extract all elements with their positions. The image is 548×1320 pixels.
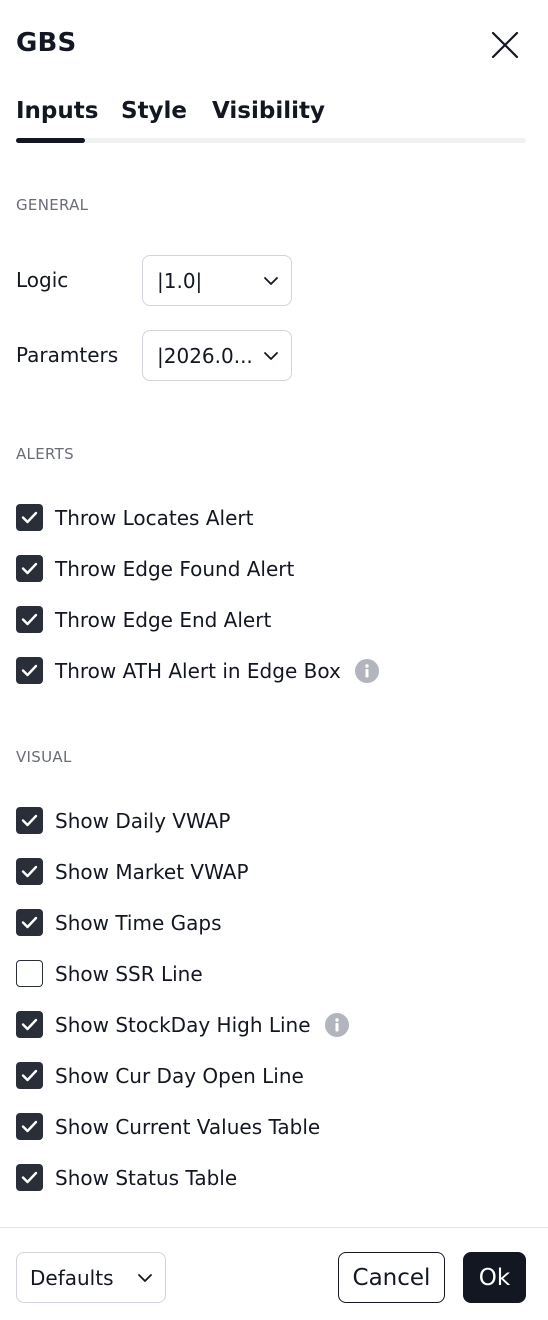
tab-track — [16, 138, 526, 143]
section-visual-label: VISUAL — [16, 748, 72, 766]
checkbox-checked[interactable] — [16, 1062, 43, 1089]
chevron-down-icon — [138, 1274, 152, 1282]
checkbox-checked[interactable] — [16, 657, 43, 684]
footer-divider — [0, 1227, 548, 1228]
checkbox-label[interactable]: Show Market VWAP — [55, 858, 249, 886]
checkmark-icon — [21, 865, 38, 878]
checkbox-checked[interactable] — [16, 1113, 43, 1140]
checkmark-icon — [21, 562, 38, 575]
checkbox-label[interactable]: Throw Edge End Alert — [55, 606, 271, 634]
info-icon[interactable] — [354, 659, 379, 683]
logic-select[interactable]: |1.0| — [142, 255, 292, 306]
tab-style[interactable]: Style — [121, 98, 187, 124]
checkbox-label[interactable]: Throw Edge Found Alert — [55, 555, 294, 583]
logic-select-value: |1.0| — [157, 269, 203, 293]
checkmark-icon — [21, 613, 38, 626]
checkmark-icon — [21, 916, 38, 929]
cancel-button[interactable]: Cancel — [338, 1252, 445, 1303]
tab-visibility[interactable]: Visibility — [212, 98, 325, 124]
chevron-down-icon — [264, 277, 278, 285]
checkmark-icon — [21, 814, 38, 827]
chevron-down-icon — [264, 352, 278, 360]
checkbox-label[interactable]: Show Time Gaps — [55, 909, 222, 937]
checkbox-label[interactable]: Show Status Table — [55, 1164, 237, 1192]
defaults-dropdown[interactable]: Defaults — [16, 1252, 166, 1303]
checkmark-icon — [21, 1018, 38, 1031]
ok-button[interactable]: Ok — [463, 1252, 526, 1303]
logic-label: Logic — [16, 268, 69, 292]
checkbox-label[interactable]: Throw ATH Alert in Edge Box — [55, 657, 341, 685]
checkbox-checked[interactable] — [16, 555, 43, 582]
checkbox-checked[interactable] — [16, 1011, 43, 1038]
info-icon[interactable] — [324, 1013, 349, 1037]
checkbox-checked[interactable] — [16, 858, 43, 885]
tab-inputs[interactable]: Inputs — [16, 98, 98, 124]
close-icon[interactable] — [488, 28, 522, 62]
checkbox-label[interactable]: Show Current Values Table — [55, 1113, 320, 1141]
dialog-title: GBS — [16, 28, 77, 58]
checkbox-label[interactable]: Show SSR Line — [55, 960, 203, 988]
checkbox-checked[interactable] — [16, 909, 43, 936]
active-tab-indicator — [16, 138, 85, 143]
checkbox-checked[interactable] — [16, 1164, 43, 1191]
section-general-label: GENERAL — [16, 196, 89, 214]
checkmark-icon — [21, 511, 38, 524]
checkbox-label[interactable]: Throw Locates Alert — [55, 504, 253, 532]
checkbox-checked[interactable] — [16, 504, 43, 531]
checkbox-label[interactable]: Show StockDay High Line — [55, 1011, 311, 1039]
section-alerts-label: ALERTS — [16, 445, 74, 463]
paramters-label: Paramters — [16, 343, 119, 367]
checkmark-icon — [21, 664, 38, 677]
checkmark-icon — [21, 1069, 38, 1082]
checkmark-icon — [21, 1171, 38, 1184]
paramters-select-value: |2026.0... — [157, 344, 253, 368]
checkbox-label[interactable]: Show Cur Day Open Line — [55, 1062, 304, 1090]
paramters-select[interactable]: |2026.0... — [142, 330, 292, 381]
checkbox-unchecked[interactable] — [16, 960, 43, 987]
checkbox-checked[interactable] — [16, 807, 43, 834]
checkbox-checked[interactable] — [16, 606, 43, 633]
checkbox-label[interactable]: Show Daily VWAP — [55, 807, 230, 835]
tab-bar: Inputs Style Visibility — [16, 98, 526, 144]
checkmark-icon — [21, 1120, 38, 1133]
defaults-label: Defaults — [30, 1266, 114, 1290]
